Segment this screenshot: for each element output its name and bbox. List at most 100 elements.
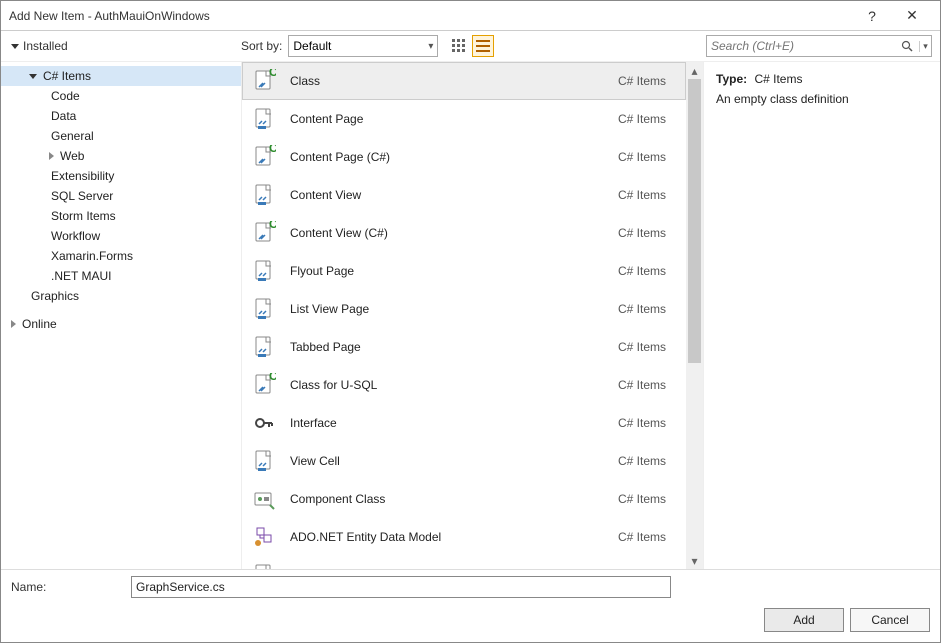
- tree-item-child[interactable]: General: [1, 126, 241, 146]
- tree-item-child[interactable]: Data: [1, 106, 241, 126]
- template-row[interactable]: C# Content Page (C#)C# Items: [242, 138, 686, 176]
- template-row[interactable]: View CellC# Items: [242, 442, 686, 480]
- template-row[interactable]: Component ClassC# Items: [242, 480, 686, 518]
- sort-label: Sort by:: [241, 39, 282, 53]
- scrollbar[interactable]: ▴ ▾: [686, 62, 703, 569]
- template-icon: [252, 335, 276, 359]
- template-category: C# Items: [618, 226, 678, 240]
- template-row[interactable]: Content ViewC# Items: [242, 176, 686, 214]
- svg-text:C#: C#: [269, 69, 276, 79]
- button-row: Add Cancel: [11, 608, 930, 632]
- chevron-right-icon: [11, 320, 16, 328]
- scroll-up-button[interactable]: ▴: [686, 62, 703, 79]
- template-icon: C#: [252, 221, 276, 245]
- search-input[interactable]: [707, 39, 901, 53]
- template-icon: [252, 183, 276, 207]
- template-icon: [252, 411, 276, 435]
- template-name: Flyout Page: [290, 264, 618, 278]
- template-icon: [252, 525, 276, 549]
- template-name: Tabbed Page: [290, 340, 618, 354]
- tree-item-child[interactable]: Xamarin.Forms: [1, 246, 241, 266]
- tree-item-child[interactable]: Web: [1, 146, 241, 166]
- template-row[interactable]: C# Class for U-SQLC# Items: [242, 366, 686, 404]
- template-category: C# Items: [618, 302, 678, 316]
- tree-item-online[interactable]: Online: [1, 314, 241, 334]
- search-box[interactable]: ▾: [706, 35, 932, 57]
- view-mode-group: [448, 35, 494, 57]
- template-row[interactable]: Application Configuration FileC# Items: [242, 556, 686, 569]
- cancel-button[interactable]: Cancel: [850, 608, 930, 632]
- chevron-right-icon: [49, 152, 54, 160]
- template-category: C# Items: [618, 378, 678, 392]
- svg-text:C#: C#: [269, 221, 276, 231]
- details-description: An empty class definition: [716, 92, 928, 106]
- template-row[interactable]: ADO.NET Entity Data ModelC# Items: [242, 518, 686, 556]
- scroll-thumb[interactable]: [688, 79, 701, 363]
- tree-item-child[interactable]: SQL Server: [1, 186, 241, 206]
- svg-text:C#: C#: [269, 373, 276, 383]
- template-category: C# Items: [618, 340, 678, 354]
- title-bar: Add New Item - AuthMauiOnWindows ? ✕: [1, 1, 940, 31]
- name-label: Name:: [11, 580, 131, 594]
- tree-item-child[interactable]: Code: [1, 86, 241, 106]
- template-name: List View Page: [290, 302, 618, 316]
- template-name: ADO.NET Entity Data Model: [290, 530, 618, 544]
- scroll-track[interactable]: [686, 79, 703, 552]
- template-category: C# Items: [618, 416, 678, 430]
- template-category: C# Items: [618, 74, 678, 88]
- template-name: Content Page (C#): [290, 150, 618, 164]
- template-row[interactable]: C# ClassC# Items: [242, 62, 686, 100]
- details-panel: Type: C# Items An empty class definition: [704, 62, 940, 569]
- template-name: Class: [290, 74, 618, 88]
- template-name: Content Page: [290, 112, 618, 126]
- template-name: View Cell: [290, 454, 618, 468]
- tree-item-child[interactable]: Workflow: [1, 226, 241, 246]
- template-icon: [252, 487, 276, 511]
- main-area: C# Items CodeDataGeneralWebExtensibility…: [1, 61, 940, 569]
- template-category: C# Items: [618, 454, 678, 468]
- tree-item-child[interactable]: .NET MAUI: [1, 266, 241, 286]
- tree-item-graphics[interactable]: Graphics: [1, 286, 241, 306]
- template-name: Component Class: [290, 492, 618, 506]
- search-dropdown[interactable]: ▾: [919, 41, 931, 52]
- scroll-down-button[interactable]: ▾: [686, 552, 703, 569]
- view-list-button[interactable]: [472, 35, 494, 57]
- toolbar: Installed Sort by: Default ▾ ▾: [1, 31, 940, 61]
- category-tree: C# Items CodeDataGeneralWebExtensibility…: [1, 62, 241, 569]
- template-row[interactable]: Flyout PageC# Items: [242, 252, 686, 290]
- template-row[interactable]: C# Content View (C#)C# Items: [242, 214, 686, 252]
- template-row[interactable]: Tabbed PageC# Items: [242, 328, 686, 366]
- add-button[interactable]: Add: [764, 608, 844, 632]
- template-name: Content View (C#): [290, 226, 618, 240]
- template-icon: [252, 449, 276, 473]
- template-row[interactable]: InterfaceC# Items: [242, 404, 686, 442]
- template-row[interactable]: Content PageC# Items: [242, 100, 686, 138]
- template-icon: [252, 297, 276, 321]
- close-button[interactable]: ✕: [892, 7, 932, 24]
- view-grid-button[interactable]: [448, 35, 470, 57]
- template-name: Content View: [290, 188, 618, 202]
- template-icon: [252, 259, 276, 283]
- tree-item-csitems[interactable]: C# Items: [1, 66, 241, 86]
- sort-select[interactable]: Default ▾: [288, 35, 438, 57]
- name-input[interactable]: [131, 576, 671, 598]
- svg-text:C#: C#: [269, 145, 276, 155]
- help-button[interactable]: ?: [852, 8, 892, 24]
- name-row: Name:: [11, 576, 930, 598]
- tree-item-child[interactable]: Extensibility: [1, 166, 241, 186]
- template-category: C# Items: [618, 112, 678, 126]
- template-name: Class for U-SQL: [290, 378, 618, 392]
- tree-item-child[interactable]: Storm Items: [1, 206, 241, 226]
- tree-header-installed[interactable]: Installed: [1, 39, 241, 53]
- template-name: Interface: [290, 416, 618, 430]
- template-category: C# Items: [618, 150, 678, 164]
- chevron-down-icon: [11, 44, 19, 49]
- template-category: C# Items: [618, 530, 678, 544]
- search-icon[interactable]: [901, 40, 919, 52]
- template-row[interactable]: List View PageC# Items: [242, 290, 686, 328]
- chevron-down-icon: [29, 74, 37, 79]
- template-icon: C#: [252, 145, 276, 169]
- chevron-down-icon: ▾: [428, 41, 433, 52]
- template-list-panel: C#ClassC# ItemsContent PageC# ItemsC#Con…: [241, 62, 704, 569]
- template-icon: [252, 107, 276, 131]
